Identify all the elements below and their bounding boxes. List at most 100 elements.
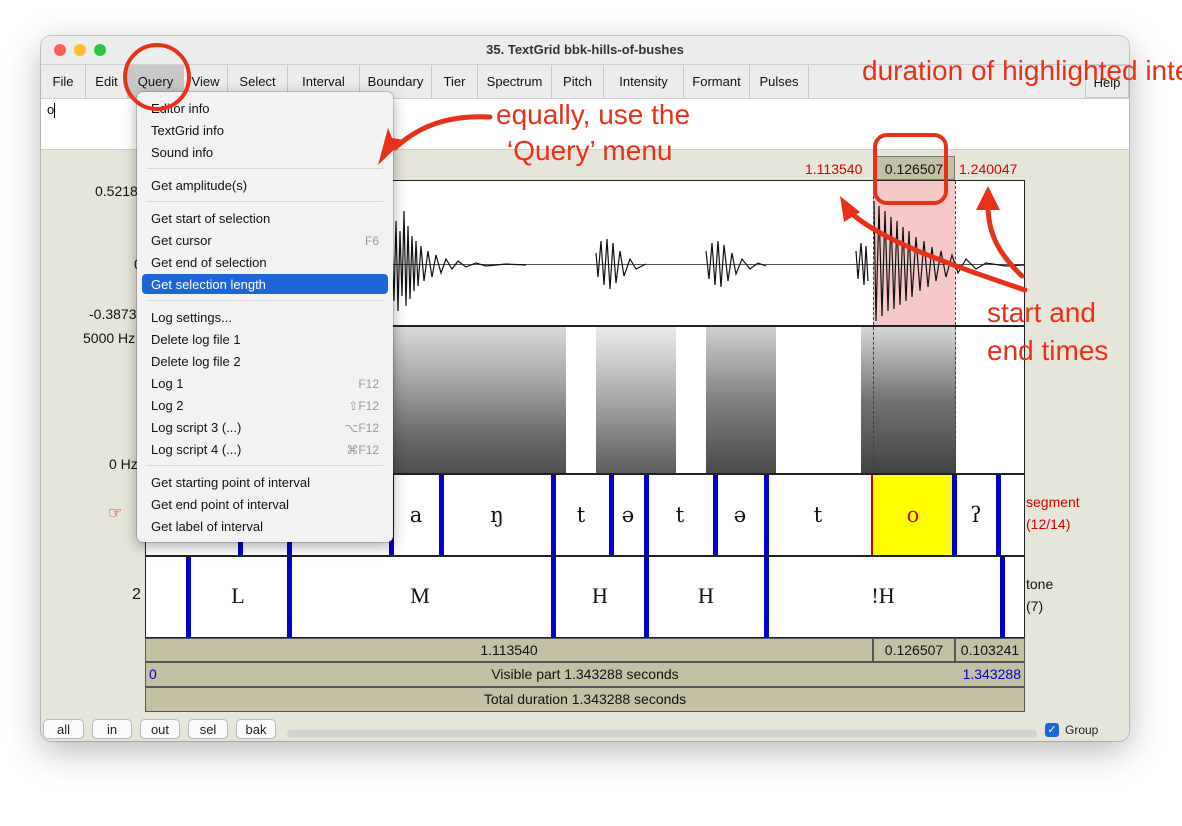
visible-part-text: Visible part 1.343288 seconds (491, 666, 679, 682)
segment-label: ə (733, 503, 747, 527)
menu-item-get-cursor[interactable]: Get cursor (151, 233, 212, 248)
duration-bar-right[interactable]: 0.103241 (955, 638, 1025, 662)
shortcut-log-1: F12 (358, 377, 379, 391)
menu-separator (147, 300, 383, 301)
tone-label: M (410, 583, 430, 608)
group-checkbox[interactable]: ✓ (1045, 723, 1059, 737)
menu-item-get-amplitudes[interactable]: Get amplitude(s) (151, 178, 247, 193)
menu-item-delete-log-file-2[interactable]: Delete log file 2 (151, 354, 241, 369)
menu-item-get-selection-length[interactable]: Get selection length (151, 277, 266, 292)
selection-start-line (873, 181, 874, 325)
menu-item-log-1[interactable]: Log 1 (151, 376, 184, 391)
shortcut-get-cursor: F6 (364, 234, 379, 248)
menu-item-sound-info[interactable]: Sound info (151, 145, 213, 160)
menu-pulses[interactable]: Pulses (749, 65, 809, 98)
menu-formant[interactable]: Formant (683, 65, 749, 98)
tier2-boundary[interactable] (551, 557, 556, 637)
segment-label: ə (621, 503, 635, 527)
waveform-min-label: -0.3873 (89, 306, 137, 322)
tier2-boundary[interactable] (1000, 557, 1005, 637)
tier2-boundary[interactable] (644, 557, 649, 637)
tier1-boundary[interactable] (551, 475, 556, 555)
tone-label: H (592, 583, 608, 608)
annotation-times-line2: end times (987, 335, 1109, 366)
tier1-boundary[interactable] (439, 475, 444, 555)
tier1-count: (12/14) (1026, 516, 1071, 532)
spectrogram-bottom-label: 0 Hz (109, 456, 138, 472)
query-menu-dropdown: Editor info TextGrid info Sound info Get… (137, 92, 393, 542)
menu-item-delete-log-file-1[interactable]: Delete log file 1 (151, 332, 241, 347)
menu-item-get-label-of-interval[interactable]: Get label of interval (151, 519, 263, 534)
selected-interval-left-edge (871, 475, 873, 555)
tier1-boundary[interactable] (609, 475, 614, 555)
tier1-boundary[interactable] (713, 475, 718, 555)
horizontal-scrollbar[interactable] (287, 730, 1037, 737)
menu-item-textgrid-info[interactable]: TextGrid info (151, 123, 224, 138)
group-label: Group (1065, 723, 1099, 737)
tone-label: !H (871, 583, 895, 608)
segment-label-selected: o (906, 503, 920, 527)
tier2-number: 2 (132, 586, 141, 603)
menu-item-get-end-point-of-interval[interactable]: Get end point of interval (151, 497, 289, 512)
tier1-boundary[interactable] (996, 475, 1001, 555)
selection-end-line (955, 181, 956, 325)
zoom-back-button[interactable]: bak (236, 719, 276, 739)
segment-label: t (813, 503, 823, 527)
menu-pitch[interactable]: Pitch (551, 65, 603, 98)
menu-item-get-starting-point-of-interval[interactable]: Get starting point of interval (151, 475, 310, 490)
tier1-boundary[interactable] (952, 475, 957, 555)
zoom-all-button[interactable]: all (43, 719, 84, 739)
spectrogram-region-b (596, 327, 676, 473)
visible-part-bar[interactable]: 0 Visible part 1.343288 seconds 1.343288 (145, 662, 1025, 687)
menu-edit[interactable]: Edit (85, 65, 127, 98)
length-callout-box (873, 133, 948, 205)
visible-start-time: 0 (149, 666, 157, 682)
total-duration-bar[interactable]: Total duration 1.343288 seconds (145, 687, 1025, 712)
text-caret (54, 103, 55, 118)
menu-item-get-start-of-selection[interactable]: Get start of selection (151, 211, 270, 226)
current-tier-pointer-icon: ☞ (108, 505, 123, 522)
menu-tier[interactable]: Tier (431, 65, 477, 98)
duration-bar-selection[interactable]: 0.126507 (873, 638, 955, 662)
shortcut-log-script-3: ⌥F12 (344, 421, 379, 435)
query-menu-callout-circle (123, 43, 191, 111)
duration-bar-left[interactable]: 1.113540 (145, 638, 873, 662)
annotation-query-line2: ‘Query’ menu (507, 135, 673, 166)
menu-item-log-2[interactable]: Log 2 (151, 398, 184, 413)
menu-intensity[interactable]: Intensity (603, 65, 683, 98)
tier-tone-panel[interactable]: L M H H !H (145, 556, 1025, 638)
tone-label: H (698, 583, 714, 608)
menu-file[interactable]: File (41, 65, 85, 98)
spectrogram-region-a (386, 327, 566, 473)
menu-separator (147, 201, 383, 202)
menu-item-log-script-4[interactable]: Log script 4 (...) (151, 442, 241, 457)
menu-spectrum[interactable]: Spectrum (477, 65, 551, 98)
shortcut-log-2: ⇧F12 (348, 399, 379, 413)
menu-item-log-settings[interactable]: Log settings... (151, 310, 232, 325)
spectrogram-top-label: 5000 Hz (83, 330, 136, 346)
tier1-boundary[interactable] (764, 475, 769, 555)
tier2-name: tone (1026, 576, 1054, 592)
annotation-query-line1: equally, use the (496, 99, 691, 130)
shortcut-log-script-4: ⌘F12 (346, 443, 379, 457)
zoom-in-button[interactable]: in (92, 719, 132, 739)
segment-label: ŋ (490, 503, 504, 527)
segment-label: t (675, 503, 685, 527)
spectrogram-region-d (861, 327, 956, 473)
tier1-boundary[interactable] (644, 475, 649, 555)
spectrogram-region-c (706, 327, 776, 473)
menu-item-log-script-3[interactable]: Log script 3 (...) (151, 420, 241, 435)
tone-label: L (231, 583, 245, 608)
tier2-count: (7) (1026, 598, 1044, 614)
tier2-boundary[interactable] (764, 557, 769, 637)
tier2-boundary[interactable] (186, 557, 191, 637)
visible-end-time: 1.343288 (962, 666, 1021, 682)
menu-item-get-end-of-selection[interactable]: Get end of selection (151, 255, 267, 270)
zoom-selection-button[interactable]: sel (188, 719, 228, 739)
segment-label: t (576, 503, 586, 527)
menu-separator (147, 168, 383, 169)
waveform-max-label: 0.5218 (95, 183, 138, 199)
annotation-duration-text: duration of highlighted interval (862, 55, 1182, 86)
zoom-out-button[interactable]: out (140, 719, 180, 739)
tier2-boundary[interactable] (287, 557, 292, 637)
